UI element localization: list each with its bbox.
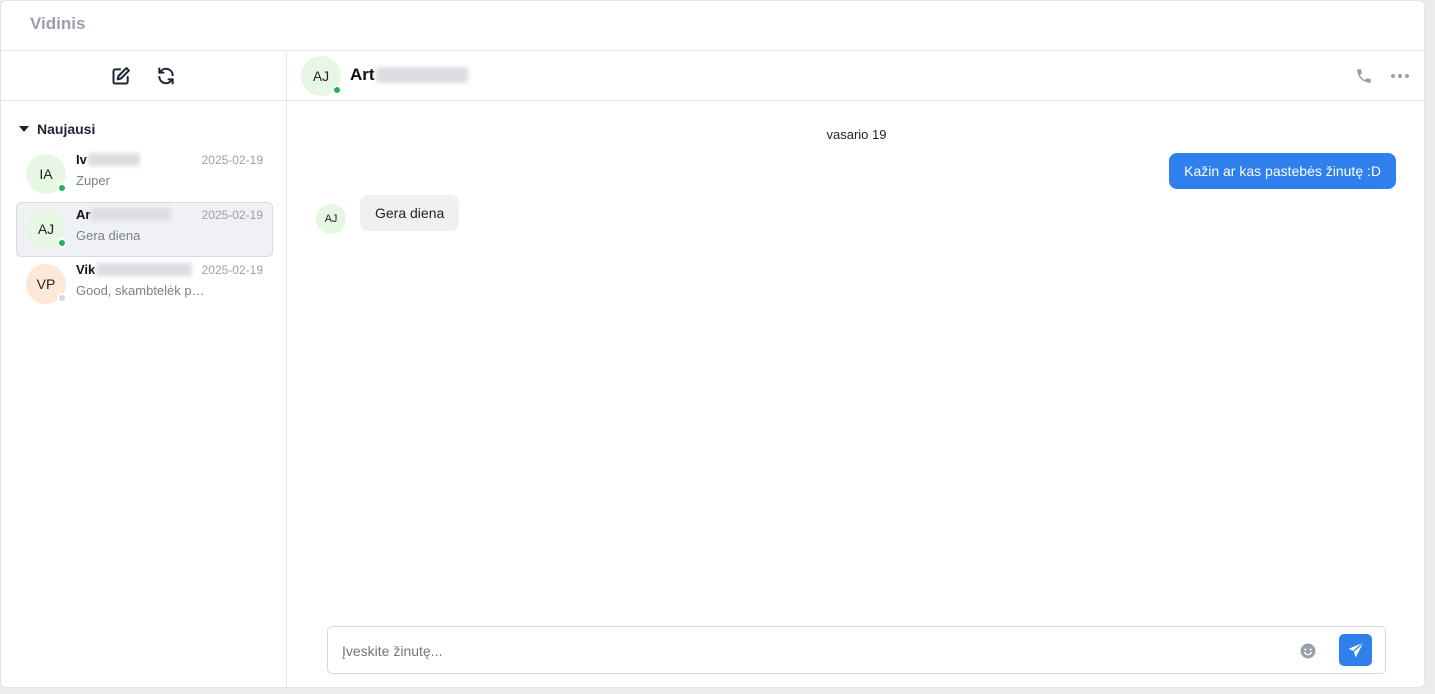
- paper-plane-icon: [1348, 642, 1364, 658]
- avatar-initials: AJ: [312, 68, 330, 84]
- chat-title: Art: [350, 65, 468, 85]
- avatar-initials: VP: [36, 276, 56, 292]
- avatar: IA: [26, 154, 67, 194]
- refresh-icon: [158, 67, 174, 85]
- online-status-dot: [57, 183, 67, 193]
- conversation-name-text: Ar: [76, 207, 91, 222]
- message-avatar: AJ: [316, 204, 346, 234]
- avatar: VP: [26, 264, 67, 304]
- avatar-initials: IA: [39, 166, 53, 182]
- redacted-name-blur: [91, 208, 172, 221]
- section-label: Naujausi: [37, 121, 96, 137]
- avatar: AJ: [26, 209, 67, 249]
- caret-down-icon: [19, 126, 29, 132]
- incoming-message-bubble: Gera diena: [360, 195, 460, 231]
- day-separator: vasario 19: [826, 127, 887, 142]
- app-header: Vidinis: [1, 1, 1424, 51]
- conversation-name: Iv: [76, 152, 140, 167]
- chat-panel: AJ Art vasario 19 Kažin ar kas pastebės …: [287, 51, 1424, 687]
- conversation-item[interactable]: VP Vik 2025-02-19 Good, skambtelėk p…: [16, 257, 273, 312]
- online-status-dot: [57, 238, 67, 248]
- conversation-date: 2025-02-19: [201, 263, 263, 277]
- conversation-sidebar: Naujausi IA Iv 2025-02-19 Zuper AJ Ar 20…: [1, 51, 287, 687]
- chat-app: Vidinis Naujausi IA Iv 2025-02-19 Zuper …: [0, 0, 1425, 688]
- redacted-name-blur: [96, 263, 193, 276]
- chat-avatar: AJ: [301, 56, 342, 96]
- conversation-item[interactable]: IA Iv 2025-02-19 Zuper: [16, 147, 273, 202]
- conversation-preview: Gera diena: [76, 228, 141, 243]
- more-horizontal-icon: [1391, 74, 1409, 78]
- conversation-name: Vik: [76, 262, 193, 277]
- conversation-name: Ar: [76, 207, 172, 222]
- message-composer: [327, 626, 1386, 674]
- conversation-date: 2025-02-19: [201, 208, 263, 222]
- recent-section-toggle[interactable]: Naujausi: [19, 121, 95, 137]
- offline-status-dot: [57, 293, 67, 303]
- avatar-initials: AJ: [37, 221, 55, 237]
- online-status-dot: [332, 85, 342, 95]
- conversation-item-active[interactable]: AJ Ar 2025-02-19 Gera diena: [16, 202, 273, 257]
- sidebar-toolbar: [1, 51, 286, 101]
- refresh-button[interactable]: [155, 65, 177, 87]
- message-input[interactable]: [342, 639, 1282, 663]
- smiley-icon: [1300, 643, 1316, 659]
- app-title: Vidinis: [30, 14, 86, 33]
- conversation-name-text: Vik: [76, 262, 96, 277]
- emoji-button[interactable]: [1298, 641, 1318, 661]
- conversation-name-text: Iv: [76, 152, 87, 167]
- redacted-name-blur: [87, 153, 140, 166]
- outgoing-message-bubble: Kažin ar kas pastebės žinutę :D: [1169, 153, 1396, 189]
- chat-title-text: Art: [350, 65, 375, 84]
- conversation-preview: Zuper: [76, 173, 110, 188]
- chat-header: AJ Art: [287, 51, 1424, 101]
- more-options-button[interactable]: [1389, 65, 1411, 87]
- edit-icon: [112, 67, 130, 85]
- phone-icon: [1357, 69, 1371, 83]
- conversation-preview: Good, skambtelėk p…: [76, 283, 205, 298]
- send-button[interactable]: [1339, 634, 1372, 666]
- avatar-initials: AJ: [324, 213, 338, 225]
- conversation-date: 2025-02-19: [201, 153, 263, 167]
- call-button[interactable]: [1353, 65, 1375, 87]
- new-message-button[interactable]: [110, 65, 132, 87]
- redacted-name-blur: [375, 67, 468, 83]
